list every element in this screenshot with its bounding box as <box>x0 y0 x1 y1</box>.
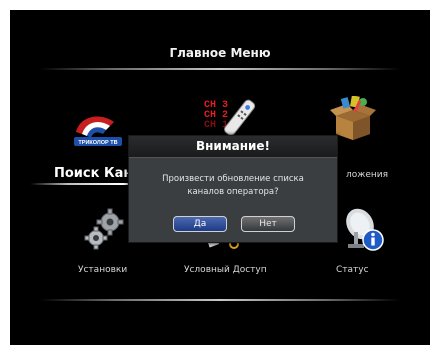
bottom-separator <box>40 299 400 301</box>
tile-applications[interactable] <box>328 95 378 140</box>
tile-status[interactable] <box>340 206 390 254</box>
tv-screen: Главное Меню ТРИКОЛОР ТВ Поиск Кана CH 3… <box>10 10 430 345</box>
box-with-apps-icon <box>330 95 376 140</box>
gears-icon <box>84 208 124 250</box>
dialog-message-line1: Произвести обновление списка <box>162 174 304 184</box>
settings-label: Установки <box>78 265 128 275</box>
applications-label: ложения <box>346 170 389 180</box>
tile-search-channels[interactable]: ТРИКОЛОР ТВ <box>70 110 126 152</box>
tricolor-logo-text: ТРИКОЛОР ТВ <box>78 140 117 146</box>
yes-button[interactable]: Да <box>173 216 227 232</box>
update-confirm-dialog: Внимание! Произвести обновление списка к… <box>128 135 338 243</box>
dialog-message: Произвести обновление списка каналов опе… <box>135 173 331 199</box>
status-label: Статус <box>336 265 369 275</box>
dialog-title: Внимание! <box>129 136 337 158</box>
menu-title: Главное Меню <box>169 46 271 60</box>
tile-settings[interactable] <box>80 208 132 252</box>
dialog-message-line2: каналов оператора? <box>187 187 279 197</box>
no-button[interactable]: Нет <box>241 216 295 232</box>
tricolor-tv-logo-icon: ТРИКОЛОР ТВ <box>74 116 122 146</box>
conditional-access-label: Условный Доступ <box>184 265 267 275</box>
tile-channel-list[interactable]: CH 3 CH 2 CH 1 <box>196 96 256 140</box>
satellite-dish-info-icon <box>346 208 384 251</box>
remote-control-channel-list-icon: CH 3 CH 2 CH 1 <box>204 99 256 136</box>
top-separator <box>40 68 400 70</box>
